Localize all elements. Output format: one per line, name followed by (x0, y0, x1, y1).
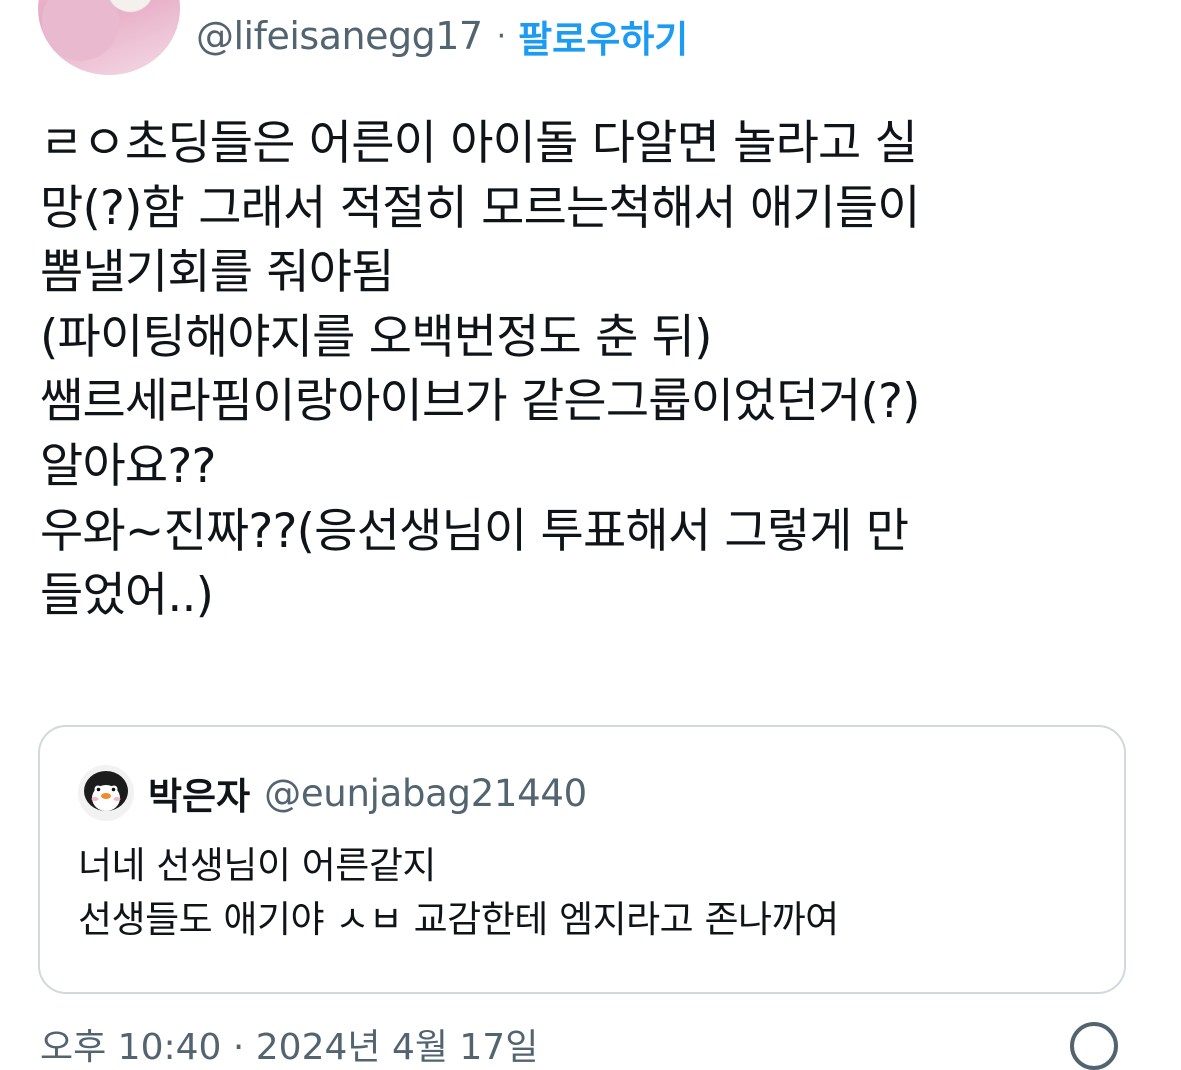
quote-avatar[interactable] (78, 765, 134, 821)
quote-tweet-card[interactable]: 박은자 @eunjabag21440 너네 선생님이 어른같지 선생들도 애기야… (38, 725, 1126, 994)
tweet-line: ㄹㅇ초딩들은 어른이 아이돌 다알면 놀라고 실 (40, 116, 918, 171)
author-avatar[interactable] (38, 0, 180, 75)
tweet-header: @lifeisanegg17 · 팔로우하기 (196, 8, 688, 64)
tweet-line: 알아요?? (40, 438, 216, 494)
quote-author-name[interactable]: 박은자 (148, 766, 250, 820)
tweet-line: 뽐낼기회를 줘야됨 (40, 245, 394, 301)
tweet-line: 우와~진짜??(응선생님이 투표해서 그렇게 만 (40, 503, 909, 559)
quote-header: 박은자 @eunjabag21440 (78, 765, 587, 821)
tweet-line: (파이팅해야지를 오백번정도 춘 뒤) (40, 309, 712, 365)
info-icon[interactable] (1070, 1022, 1118, 1070)
quote-line: 선생들도 애기야 ㅅㅂ 교감한테 엠지라고 존나까여 (78, 898, 839, 941)
quote-author-handle[interactable]: @eunjabag21440 (264, 772, 587, 815)
tweet-text: ㄹㅇ초딩들은 어른이 아이돌 다알면 놀라고 실 망(?)함 그래서 적절히 모… (40, 112, 1140, 629)
author-handle[interactable]: @lifeisanegg17 (196, 14, 483, 58)
tweet-line: 망(?)함 그래서 적절히 모르는척해서 애기들이 (40, 180, 921, 236)
tweet-timestamp[interactable]: 오후 10:40 · 2024년 4월 17일 (40, 1018, 538, 1070)
quote-text: 너네 선생님이 어른같지 선생들도 애기야 ㅅㅂ 교감한테 엠지라고 존나까여 (78, 839, 1088, 947)
quote-line: 너네 선생님이 어른같지 (78, 844, 436, 887)
tweet-line: 들었어..) (40, 568, 214, 624)
follow-button[interactable]: 팔로우하기 (518, 9, 688, 63)
penguin-icon (78, 765, 134, 821)
separator-dot: · (496, 18, 507, 54)
tweet-line: 쌤르세라핌이랑아이브가 같은그룹이었던거(?) (40, 374, 921, 430)
